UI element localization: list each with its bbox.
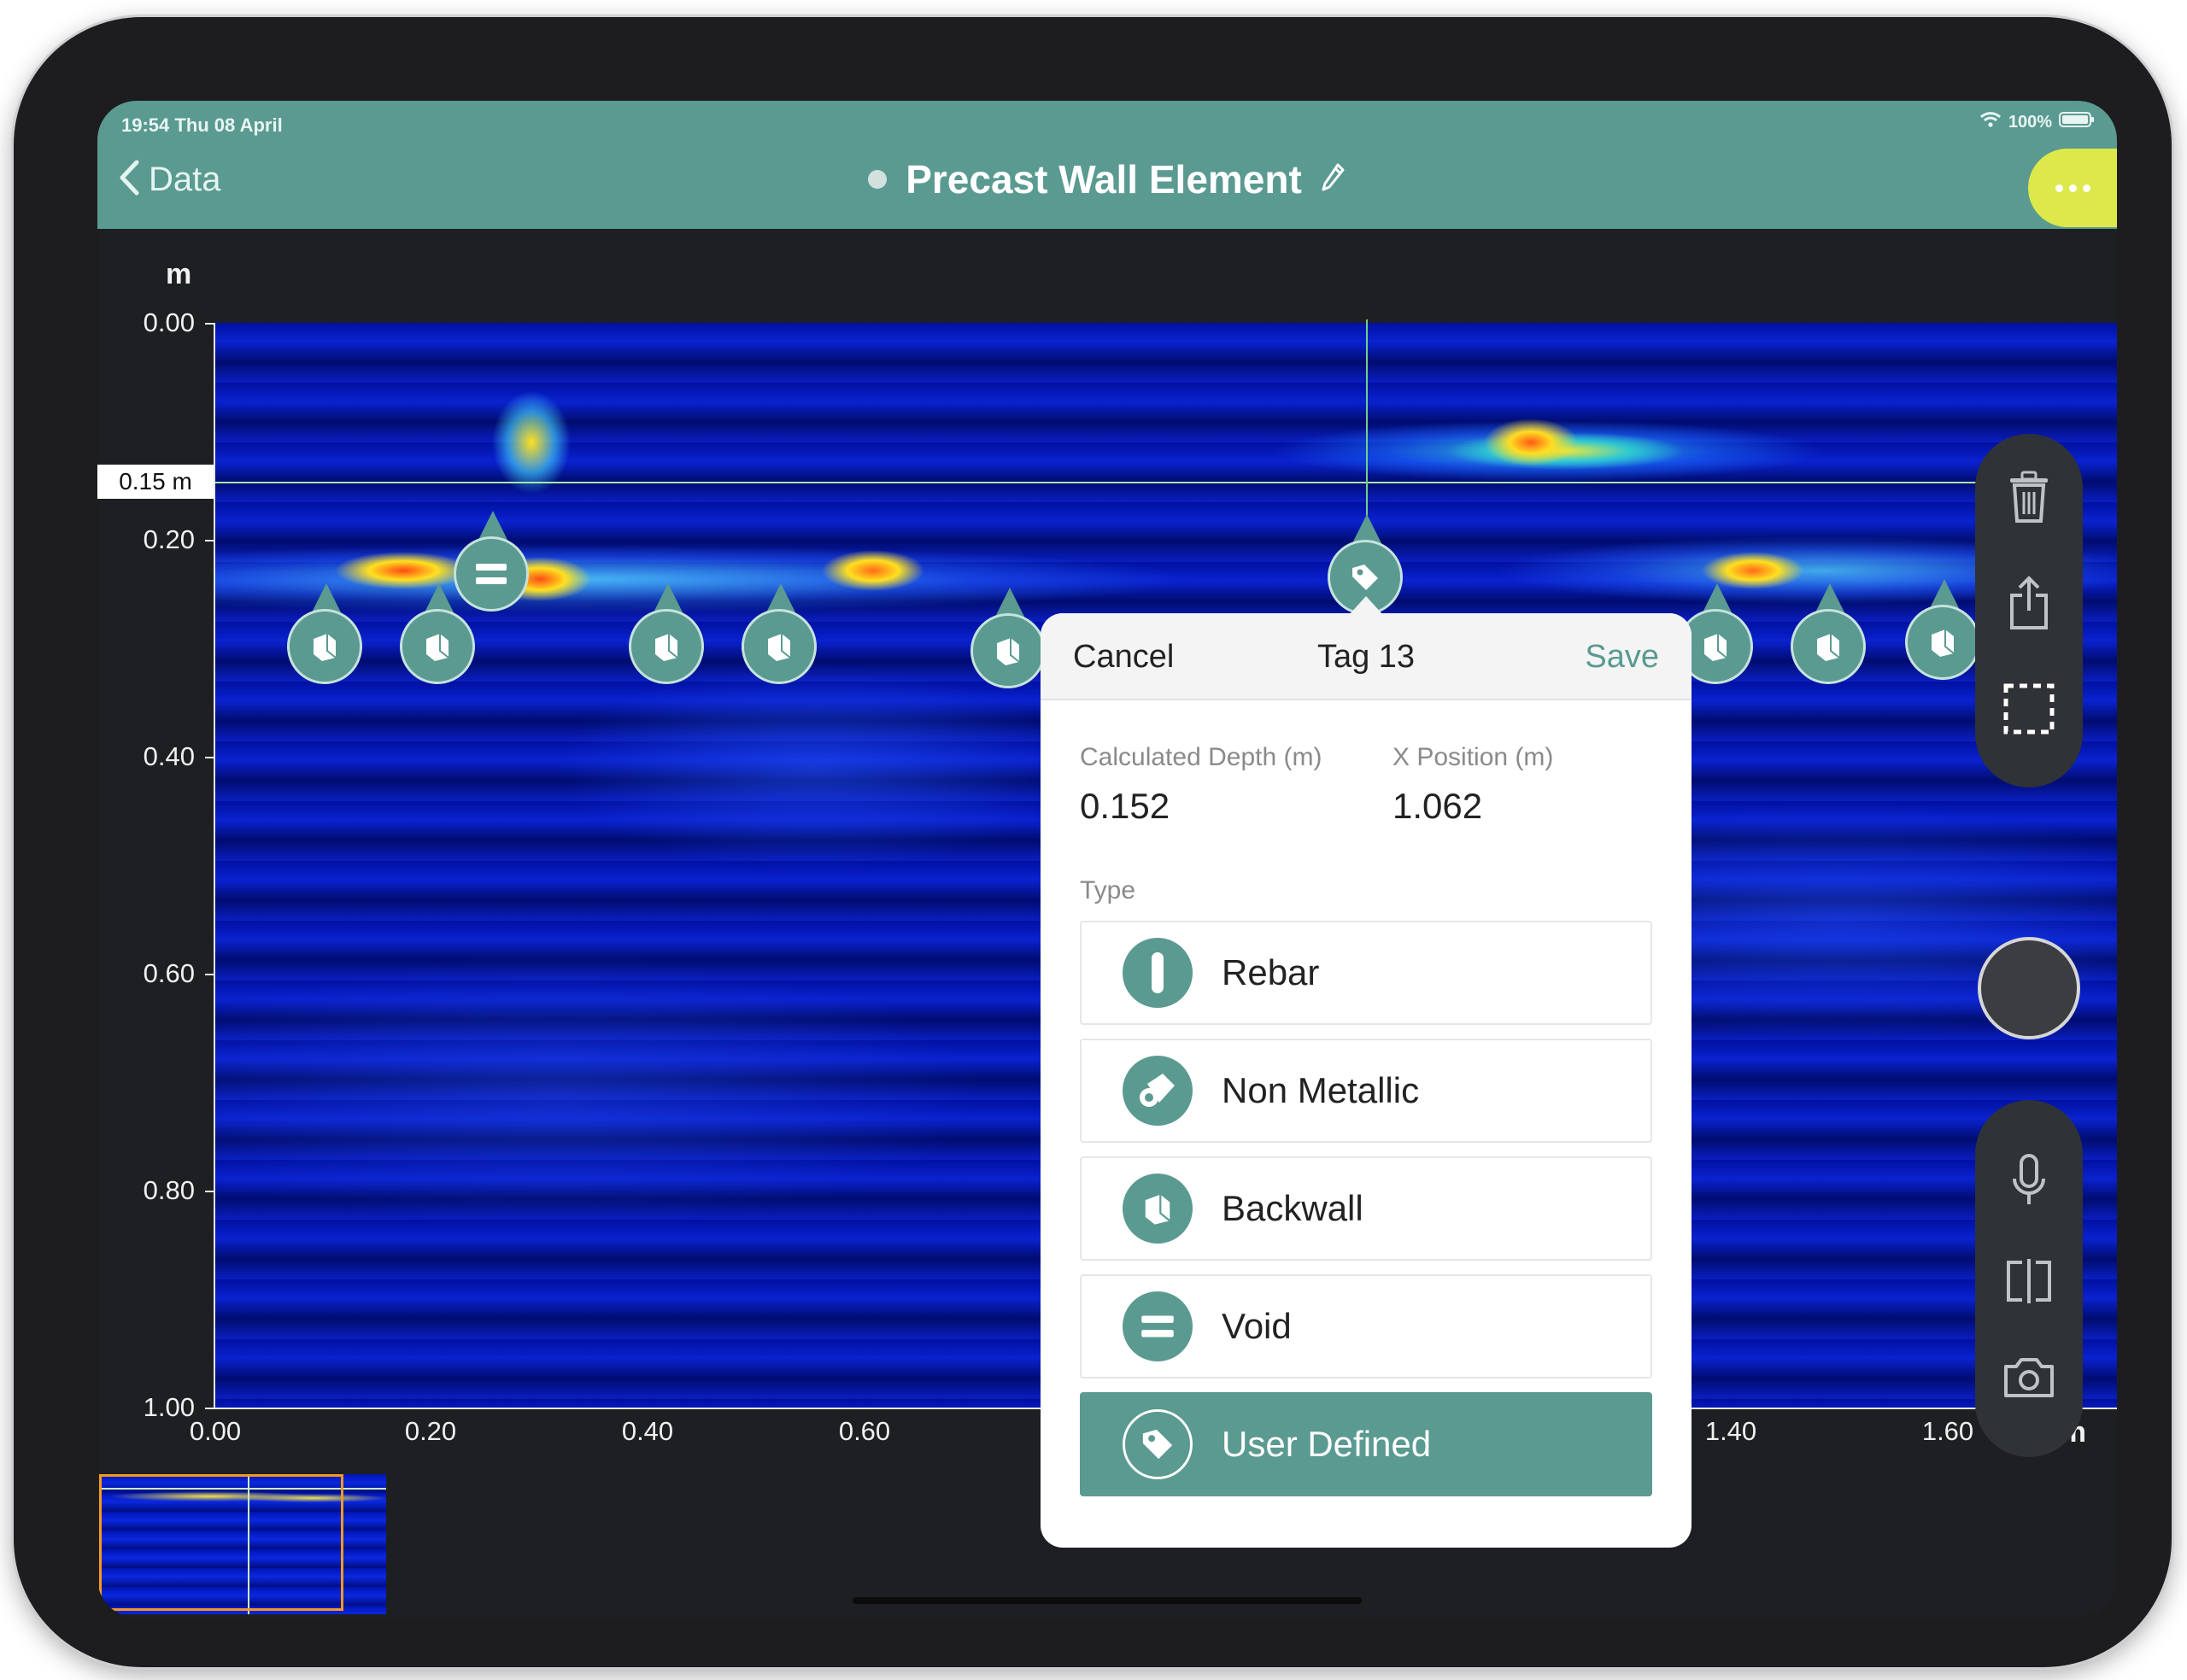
status-indicators: 100% bbox=[1979, 111, 2095, 133]
battery-icon bbox=[2059, 111, 2095, 133]
type-option-non-metallic[interactable]: Non Metallic bbox=[1080, 1039, 1652, 1143]
y-tick-label: 0.40 bbox=[101, 741, 214, 772]
x-position-value: 1.062 bbox=[1393, 786, 1483, 826]
type-option-label: Non Metallic bbox=[1222, 1070, 1420, 1110]
split-view-icon[interactable] bbox=[1998, 1250, 2060, 1312]
page-title[interactable]: Precast Wall Element bbox=[906, 156, 1302, 202]
y-axis-line bbox=[214, 323, 215, 1408]
type-option-label: User Defined bbox=[1222, 1424, 1432, 1464]
home-indicator bbox=[853, 1597, 1362, 1604]
y-axis-unit: m bbox=[166, 258, 192, 290]
popover-arrow bbox=[1349, 596, 1383, 615]
share-icon[interactable] bbox=[1998, 572, 2060, 634]
y-tick-label: 0.60 bbox=[101, 958, 214, 989]
backwall-icon bbox=[1905, 605, 1980, 680]
rebar-icon bbox=[1123, 938, 1193, 1008]
type-option-label: Rebar bbox=[1222, 952, 1320, 992]
battery-percent: 100% bbox=[2008, 112, 2052, 132]
type-label: Type bbox=[1080, 876, 1136, 904]
type-option-user-defined[interactable]: User Defined bbox=[1080, 1392, 1652, 1496]
pencil-icon[interactable] bbox=[1321, 161, 1346, 198]
status-dot bbox=[868, 170, 888, 189]
tag-icon bbox=[1123, 1409, 1193, 1479]
depth-value: 0.152 bbox=[1080, 786, 1170, 826]
minimap-viewport-frame[interactable] bbox=[99, 1474, 343, 1611]
tag-marker-backwall[interactable] bbox=[287, 583, 366, 689]
title-group: Precast Wall Element bbox=[97, 154, 2117, 205]
type-option-label: Backwall bbox=[1222, 1188, 1363, 1228]
backwall-icon bbox=[400, 609, 475, 684]
more-options-button[interactable] bbox=[2028, 149, 2117, 227]
ipad-frame: 19:54 Thu 08 April 100% Data Precast Wal… bbox=[14, 17, 2172, 1667]
x-tick-label: 0.00 bbox=[189, 1416, 242, 1446]
trash-icon[interactable] bbox=[1998, 466, 2060, 528]
type-option-label: Void bbox=[1222, 1306, 1292, 1346]
y-tick-label: 0.80 bbox=[101, 1175, 214, 1206]
backwall-icon bbox=[287, 609, 362, 684]
backwall-icon bbox=[970, 613, 1046, 688]
void-icon bbox=[1123, 1291, 1193, 1361]
y-tick-label: 0.00 bbox=[101, 307, 214, 338]
tag-marker-backwall[interactable] bbox=[1905, 579, 1984, 685]
tag-edit-popover: Cancel Tag 13 Save Calculated Depth (m) … bbox=[1041, 613, 1692, 1548]
ellipsis-icon bbox=[2055, 184, 2063, 192]
y-tick-label: 0.20 bbox=[101, 524, 214, 555]
status-time: 19:54 Thu 08 April bbox=[121, 114, 283, 136]
backwall-icon bbox=[742, 609, 817, 684]
x-tick-label: 0.40 bbox=[621, 1416, 674, 1446]
x-tick-label: 0.20 bbox=[404, 1416, 457, 1446]
depth-cursor-label: 0.15 m bbox=[97, 465, 214, 499]
depth-label: Calculated Depth (m) bbox=[1080, 743, 1322, 771]
type-options: Rebar Non Metallic Backwall Void User De… bbox=[1080, 921, 1652, 1510]
tag-marker-backwall[interactable] bbox=[400, 583, 478, 689]
tag-marker-backwall[interactable] bbox=[970, 588, 1049, 694]
depth-cursor-line[interactable] bbox=[215, 482, 2043, 483]
navigation-bar: 19:54 Thu 08 April 100% Data Precast Wal… bbox=[97, 101, 2117, 229]
non-metallic-icon bbox=[1123, 1056, 1193, 1126]
tag-marker-backwall[interactable] bbox=[629, 583, 707, 689]
backwall-icon bbox=[629, 609, 704, 684]
popover-header: Cancel Tag 13 Save bbox=[1041, 613, 1692, 700]
type-option-rebar[interactable]: Rebar bbox=[1080, 921, 1652, 1025]
x-tick-label: 1.40 bbox=[1704, 1416, 1757, 1446]
select-area-icon[interactable] bbox=[1998, 678, 2060, 740]
wifi-icon bbox=[1979, 111, 2002, 133]
save-button[interactable]: Save bbox=[1585, 639, 1659, 676]
tools-rail-top bbox=[1975, 434, 2083, 787]
backwall-icon bbox=[1791, 609, 1866, 684]
type-option-backwall[interactable]: Backwall bbox=[1080, 1156, 1652, 1261]
tag-marker-backwall[interactable] bbox=[1791, 583, 1869, 689]
tools-rail-bottom bbox=[1975, 1100, 2083, 1457]
app-screen: 19:54 Thu 08 April 100% Data Precast Wal… bbox=[97, 101, 2117, 1618]
x-tick-label: 0.60 bbox=[838, 1416, 891, 1446]
camera-icon[interactable] bbox=[1998, 1346, 2060, 1408]
microphone-icon[interactable] bbox=[1998, 1150, 2060, 1211]
x-position-label: X Position (m) bbox=[1393, 743, 1554, 771]
record-button[interactable] bbox=[1978, 937, 2080, 1039]
type-option-void[interactable]: Void bbox=[1080, 1274, 1652, 1379]
tag-marker-backwall[interactable] bbox=[742, 583, 820, 689]
backwall-icon bbox=[1123, 1174, 1193, 1244]
